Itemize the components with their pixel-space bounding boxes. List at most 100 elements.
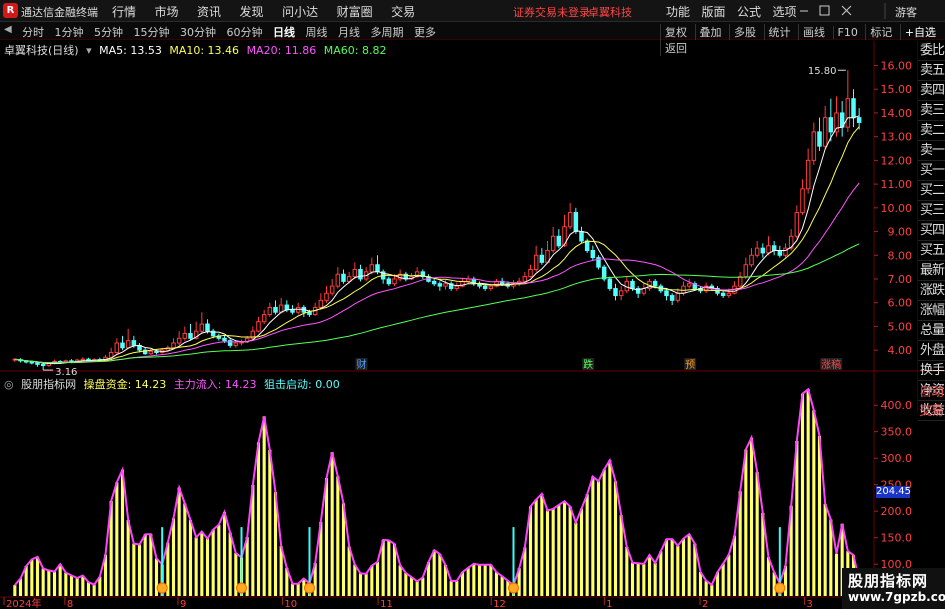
indicator-current-value: 204.45	[876, 486, 911, 498]
candle-body-91	[528, 268, 533, 278]
order-row-13[interactable]: 涨幅	[918, 301, 945, 321]
candle-body-139	[800, 188, 805, 214]
candle-body-48	[284, 304, 290, 311]
auto-trade-panel[interactable]: 自动 交易	[917, 383, 945, 423]
order-row-14[interactable]: 总量	[918, 321, 945, 341]
candle-body-55	[324, 292, 329, 301]
date-label-5: 12	[493, 599, 506, 609]
candle-body-115	[664, 290, 669, 297]
candle-body-60	[352, 268, 358, 278]
candle-body-118	[681, 285, 686, 294]
chart-stock-title: 卓翼科技(日线)	[4, 44, 79, 57]
candle-body-54	[318, 299, 324, 308]
candle-body-95	[550, 235, 556, 252]
order-row-9[interactable]: 买四	[918, 221, 945, 241]
candle-body-100	[579, 231, 584, 242]
auto-trade-label-2[interactable]: 交易	[917, 402, 945, 421]
candle-body-104	[601, 266, 607, 280]
signal-dot-88	[508, 582, 519, 594]
watermark-url: www.7gpzb.com	[848, 590, 945, 604]
order-row-12[interactable]: 涨跌	[918, 281, 945, 301]
order-row-11[interactable]: 最新	[918, 261, 945, 281]
watermark-title: 股朋指标网	[848, 572, 929, 590]
indicator-label-fund: 操盘资金: 14.23	[83, 378, 167, 391]
price-tick-label-4: 12.00	[881, 154, 913, 167]
price-tick-label-9: 7.00	[888, 273, 913, 286]
candle-body-56	[329, 285, 335, 294]
indicator-tick-label-4: 200.0	[881, 505, 913, 518]
candle-body-37	[222, 337, 227, 342]
candle-body-64	[375, 264, 380, 273]
order-row-15[interactable]: 外盘	[918, 341, 945, 361]
order-row-8[interactable]: 买三	[918, 201, 945, 221]
order-row-16[interactable]: 换手	[918, 361, 945, 381]
candle-body-109	[630, 280, 635, 289]
candle-body-61	[358, 268, 363, 280]
price-tick-label-8: 8.00	[888, 249, 913, 262]
legend-dropdown-icon[interactable]: ▾	[86, 44, 92, 57]
order-row-1[interactable]: 卖五	[918, 61, 945, 81]
candle-body-25	[154, 350, 159, 354]
high-price-label: 15.80	[808, 66, 837, 77]
candle-body-5	[40, 363, 46, 367]
candle-body-17	[108, 352, 114, 358]
candle-body-45	[267, 306, 273, 316]
price-axis: 16.00 15.00 14.00 13.00 12.00 11.00 10.00 9.00 8…	[874, 59, 912, 357]
candle-body-147	[845, 98, 851, 128]
candle-body-116	[669, 295, 675, 301]
candle-body-92	[533, 254, 539, 270]
signal-dot-52	[304, 582, 315, 594]
auto-trade-label-1[interactable]: 自动	[917, 383, 945, 402]
ma60-label: MA60: 8.82	[323, 44, 387, 57]
indicator-tick-label-2: 300.0	[881, 452, 913, 465]
indicator-line	[14, 387, 861, 587]
candle-body-34	[205, 323, 210, 332]
ma20-line	[14, 182, 860, 364]
candle-body-63	[369, 264, 375, 273]
order-row-2[interactable]: 卖四	[918, 81, 945, 101]
candle-body-138	[794, 212, 800, 237]
ma10-line	[14, 126, 860, 364]
indicator-name[interactable]: 股朋指标网	[21, 378, 76, 391]
price-tick-label-12: 4.00	[888, 344, 913, 357]
ma20-label: MA20: 11.86	[246, 44, 317, 57]
candle-body-143	[822, 117, 828, 147]
indicator-legend: ◎ 股朋指标网 操盘资金: 14.23 主力流入: 14.23 狙击启动: 0.…	[4, 376, 344, 392]
candle-body-66	[386, 278, 392, 285]
candle-body-101	[584, 240, 590, 252]
order-row-10[interactable]: 买五	[918, 241, 945, 261]
signal-dot-135	[774, 582, 786, 594]
chart-canvas[interactable]: 15.803.16 16.0015.0014.0013.0012.0011.00…	[0, 0, 945, 609]
date-axis: 2024年 8 9 10 11 12 1 2 3	[3, 597, 813, 609]
order-row-4[interactable]: 卖二	[918, 121, 945, 141]
price-tick-label-7: 9.00	[888, 226, 913, 239]
candle-body-106	[613, 287, 618, 297]
indicator-menu-icon[interactable]: ◎	[4, 378, 14, 391]
order-row-3[interactable]: 卖三	[918, 101, 945, 121]
candle-body-46	[273, 306, 278, 313]
candle-body-142	[817, 131, 822, 147]
candle-body-131	[754, 247, 760, 256]
order-row-5[interactable]: 卖一	[918, 141, 945, 161]
candle-body-38	[227, 340, 233, 346]
price-tick-label-2: 14.00	[881, 107, 913, 120]
candle-body-132	[760, 247, 766, 254]
candle-body-28	[171, 342, 176, 349]
candle-body-74	[431, 280, 437, 285]
indicator-label-snipe: 狙击启动: 0.00	[264, 378, 340, 391]
date-label-3: 10	[284, 599, 297, 609]
order-row-7[interactable]: 买二	[918, 181, 945, 201]
candle-body-30	[182, 333, 188, 339]
indicator-label-inflow: 主力流入: 14.23	[173, 378, 257, 391]
candle-body-50	[295, 306, 301, 313]
candle-body-128	[737, 276, 743, 287]
ma5-line	[14, 115, 860, 365]
order-row-0[interactable]: 委比	[918, 41, 945, 61]
date-label-2: 9	[180, 599, 186, 609]
order-row-6[interactable]: 买一	[918, 161, 945, 181]
ma10-label: MA10: 13.46	[169, 44, 240, 57]
candle-body-58	[341, 273, 346, 282]
price-tick-label-0: 16.00	[881, 59, 913, 72]
candle-body-84	[488, 285, 494, 289]
candle-body-20	[125, 340, 131, 349]
